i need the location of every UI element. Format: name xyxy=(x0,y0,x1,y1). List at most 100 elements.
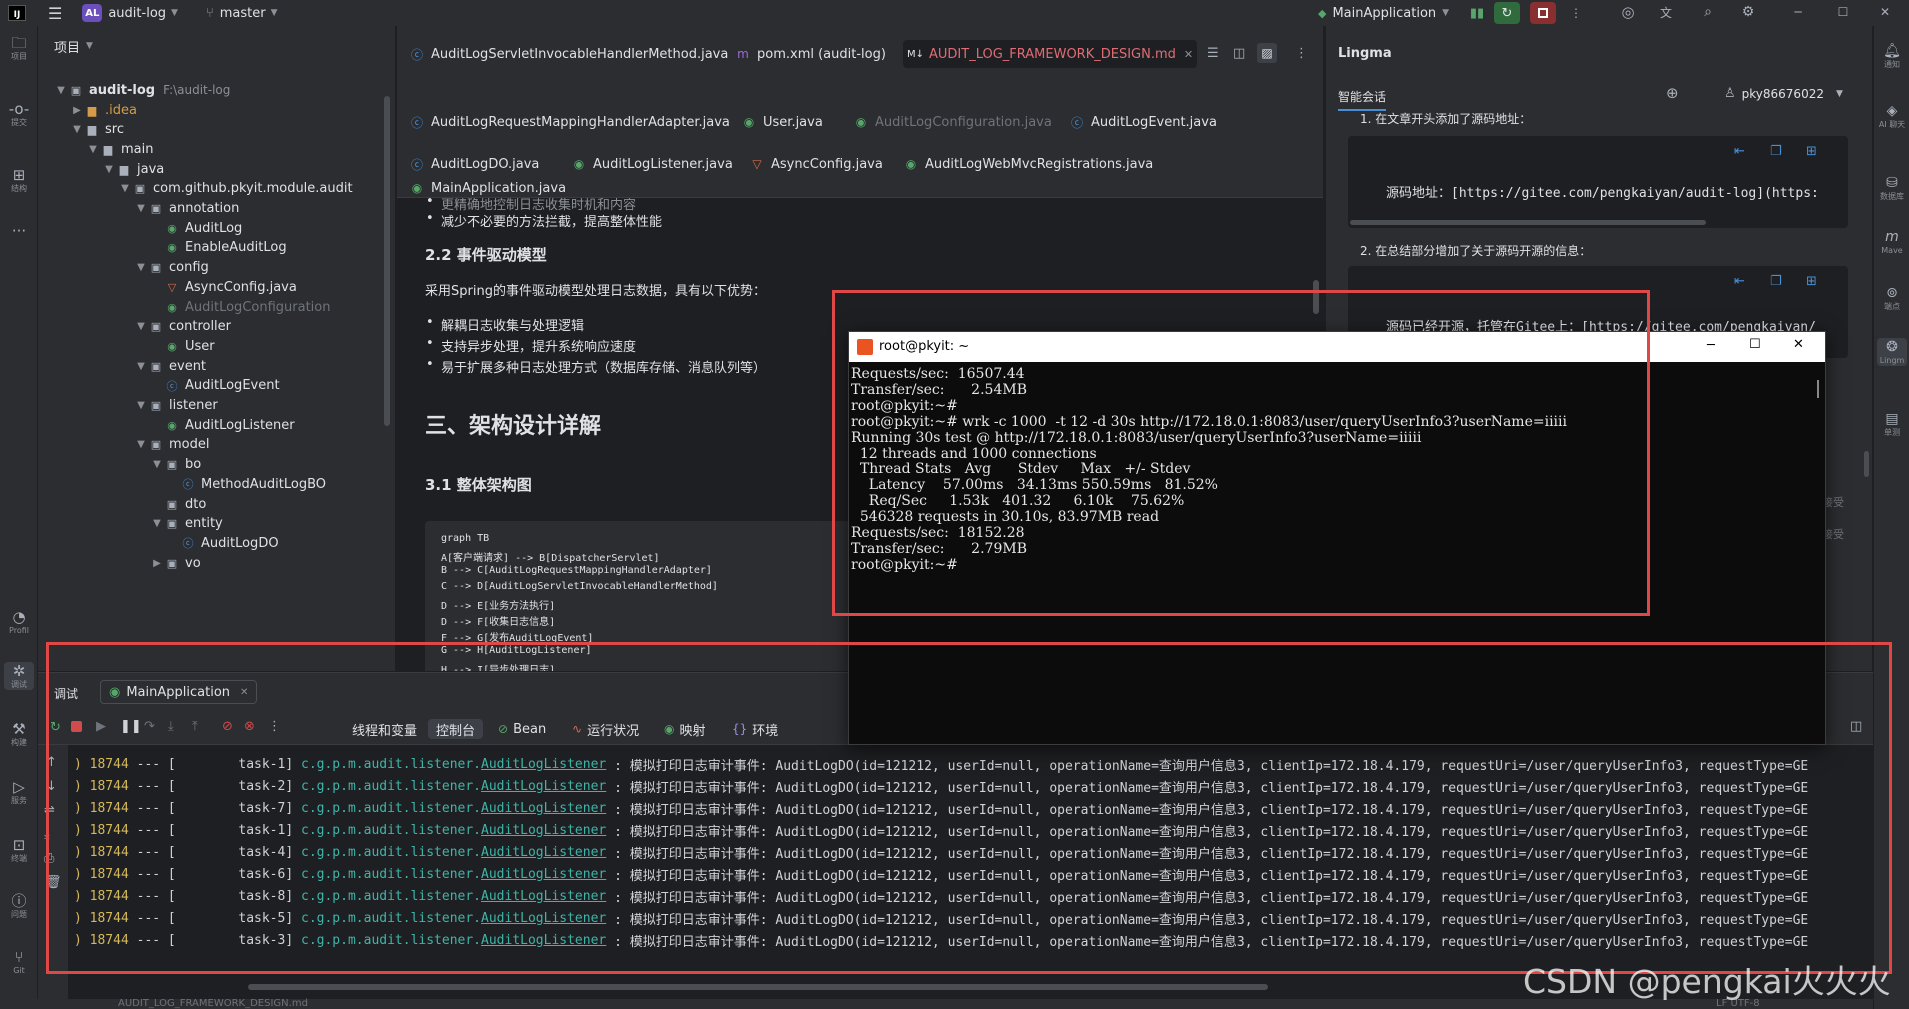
log-logger-class-link[interactable]: AuditLogListener xyxy=(481,933,606,948)
tree-item[interactable]: ▼ ▆ main xyxy=(86,138,153,160)
copy-icon[interactable]: ❐ xyxy=(1770,274,1782,289)
tab-console[interactable]: 控制台 xyxy=(428,719,484,739)
editor-tab[interactable]: ⓒ AuditLogServletInvocableHandlerMethod.j… xyxy=(409,40,728,68)
tab-threads-variables[interactable]: 线程和变量 xyxy=(352,719,417,739)
rerun-debug-button[interactable]: ↻ xyxy=(1494,2,1520,24)
maven-tool-button[interactable]: m Mave xyxy=(1874,228,1909,256)
close-icon[interactable]: ✕ xyxy=(1877,5,1893,19)
maximize-icon[interactable]: ☐ xyxy=(1749,337,1761,352)
editor-tab[interactable]: ◉ AuditLogConfiguration.java xyxy=(853,108,1052,136)
git-tool-button[interactable]: ⑂ Git xyxy=(0,948,38,976)
new-file-icon[interactable]: ⊞ xyxy=(1806,274,1817,289)
soft-wrap-icon[interactable]: ⇌ xyxy=(44,803,55,818)
editor-scrollbar[interactable] xyxy=(1313,280,1319,314)
editor-tab[interactable]: ▽ AsyncConfig.java xyxy=(749,150,882,178)
minimize-icon[interactable]: ─ xyxy=(1707,338,1715,353)
stop-button[interactable] xyxy=(1530,2,1556,24)
log-logger-class-link[interactable]: AuditLogListener xyxy=(481,801,606,816)
tree-item[interactable]: ▶ ▣ vo xyxy=(150,552,201,574)
project-panel-header[interactable]: 项目 ▼ xyxy=(54,36,93,56)
project-tool-button[interactable]: 🗀 项目 xyxy=(0,34,38,62)
pause-program-icon[interactable]: ▮▮ xyxy=(1464,2,1490,24)
tree-item[interactable]: ▶ ▆ .idea xyxy=(70,99,137,121)
more-tools-button[interactable]: ··· xyxy=(0,222,38,240)
lingma-tab-chat[interactable]: 智能会话 xyxy=(1338,88,1387,111)
tree-item[interactable]: ▣ dto xyxy=(150,493,207,515)
scroll-up-icon[interactable]: ↑ xyxy=(46,755,57,770)
tree-item[interactable]: ◉ EnableAuditLog xyxy=(150,237,286,259)
settings-gear-icon[interactable]: ⚙ xyxy=(1740,4,1756,20)
tree-item[interactable]: ▼ ▣ event xyxy=(134,355,206,377)
maximize-icon[interactable]: ☐ xyxy=(1835,5,1851,19)
minimize-icon[interactable]: ─ xyxy=(1790,5,1806,19)
tree-item[interactable]: ▽ AsyncConfig.java xyxy=(150,276,297,298)
expand-arrow-icon[interactable]: ▼ xyxy=(70,124,84,135)
more-tabs-icon[interactable]: ⋮ xyxy=(1295,46,1308,61)
console-hscrollbar[interactable] xyxy=(248,984,1268,990)
tab-health[interactable]: ∿ 运行状况 xyxy=(572,719,639,739)
terminal-tool-button[interactable]: ⊡ 终端 xyxy=(0,836,38,864)
insert-code-icon[interactable]: ⇤ xyxy=(1734,274,1745,289)
preview-mode-icon[interactable]: ▨ xyxy=(1257,43,1277,63)
tree-item[interactable]: ▼ ▣ entity xyxy=(150,513,223,535)
tree-item[interactable]: ▼ ▆ java xyxy=(102,158,164,180)
debug-session-tab[interactable]: ◉ MainApplication ✕ xyxy=(100,680,258,704)
project-switcher[interactable]: AL audit-log ▼ xyxy=(82,4,178,22)
expand-arrow-icon[interactable]: ▼ xyxy=(102,164,116,175)
view-breakpoints-icon[interactable]: ⊘ xyxy=(222,719,233,734)
expand-arrow-icon[interactable]: ▼ xyxy=(150,518,164,529)
lingma-tool-button[interactable]: ❂ Lingm xyxy=(1877,338,1907,366)
main-menu-icon[interactable]: ☰ xyxy=(48,4,62,23)
close-icon[interactable]: ✕ xyxy=(1184,48,1193,61)
tree-item[interactable]: ◉ AuditLogListener xyxy=(150,414,294,436)
user-menu[interactable]: ♙ pky86676022 ▼ xyxy=(1724,86,1843,101)
log-logger-class-link[interactable]: AuditLogListener xyxy=(481,757,606,772)
run-config-selector[interactable]: MainApplication xyxy=(1332,6,1436,21)
expand-arrow-icon[interactable]: ▶ xyxy=(70,105,84,116)
mute-breakpoints-icon[interactable]: ⊗ xyxy=(244,719,255,734)
database-tool-button[interactable]: ⛁ 数据库 xyxy=(1874,174,1909,202)
resume-icon[interactable]: ▶︎ xyxy=(96,719,106,734)
tree-item[interactable]: ⓒ AuditLogDO xyxy=(166,532,279,554)
log-logger-class-link[interactable]: AuditLogListener xyxy=(481,867,606,882)
editor-tab[interactable]: m pom.xml (audit-log) xyxy=(735,40,886,68)
app-logo[interactable]: IJ xyxy=(8,5,26,21)
expand-arrow-icon[interactable]: ▼ xyxy=(134,361,148,372)
tree-item[interactable]: ▼ ▣ listener xyxy=(134,395,218,417)
tree-item[interactable]: ▼ ▣ bo xyxy=(150,454,201,476)
tree-item[interactable]: ▼ ▣ com.github.pkyit.module.audit xyxy=(118,178,352,200)
structure-tool-button[interactable]: ⊞ 结构 xyxy=(0,166,38,194)
log-logger-class-link[interactable]: AuditLogListener xyxy=(481,779,606,794)
close-icon[interactable]: ✕ xyxy=(240,687,248,698)
terminal-scrollbar[interactable] xyxy=(1817,380,1819,398)
clear-console-icon[interactable]: 🗑︎ xyxy=(45,875,62,890)
expand-arrow-icon[interactable]: ▼ xyxy=(134,439,148,450)
expand-arrow-icon[interactable]: ▼ xyxy=(134,400,148,411)
tree-item[interactable]: ◉ AuditLog xyxy=(150,217,242,239)
expand-arrow-icon[interactable]: ▶ xyxy=(150,558,164,569)
editor-tab[interactable]: ◉ AuditLogListener.java xyxy=(571,150,733,178)
log-logger-class-link[interactable]: AuditLogListener xyxy=(481,845,606,860)
layout-icon[interactable]: ◫ xyxy=(1850,719,1862,734)
step-over-icon[interactable]: ↷ xyxy=(144,719,155,734)
tree-item[interactable]: ◉ AuditLogConfiguration xyxy=(150,296,330,318)
lingma-swirl-icon[interactable]: ◎ xyxy=(1620,3,1636,21)
tab-beans[interactable]: ⊘ Bean xyxy=(498,719,546,739)
editor-tab[interactable]: ⓒ AuditLogRequestMappingHandlerAdapter.ja… xyxy=(409,108,730,136)
profiler-tool-button[interactable]: ◔ Profil xyxy=(0,608,38,636)
editor-tab[interactable]: ◉ AuditLogWebMvcRegistrations.java xyxy=(903,150,1154,178)
log-logger-class-link[interactable]: AuditLogListener xyxy=(481,823,606,838)
tree-item[interactable]: ▼ ▣ model xyxy=(134,434,209,456)
editor-tab-active[interactable]: M↓ AUDIT_LOG_FRAMEWORK_DESIGN.md ✕ xyxy=(903,40,1198,68)
tree-item[interactable]: ⓒ AuditLogEvent xyxy=(150,375,280,397)
editor-tab[interactable]: ◉ User.java xyxy=(741,108,823,136)
unit-test-tool-button[interactable]: ▤ 单测 xyxy=(1874,410,1909,438)
status-breadcrumb[interactable]: AUDIT_LOG_FRAMEWORK_DESIGN.md xyxy=(118,998,308,1009)
ai-chat-tool-button[interactable]: ◈ AI 聊天 xyxy=(1874,102,1909,130)
new-file-icon[interactable]: ⊞ xyxy=(1806,144,1817,159)
step-out-icon[interactable]: ⤒ xyxy=(192,719,198,734)
tab-list-icon[interactable]: ☰ xyxy=(1207,46,1219,61)
more-icon[interactable]: ⋮ xyxy=(268,719,281,734)
scroll-down-icon[interactable]: ↓ xyxy=(46,779,57,794)
debug-tool-button[interactable]: ✲ 调试 xyxy=(4,662,34,690)
